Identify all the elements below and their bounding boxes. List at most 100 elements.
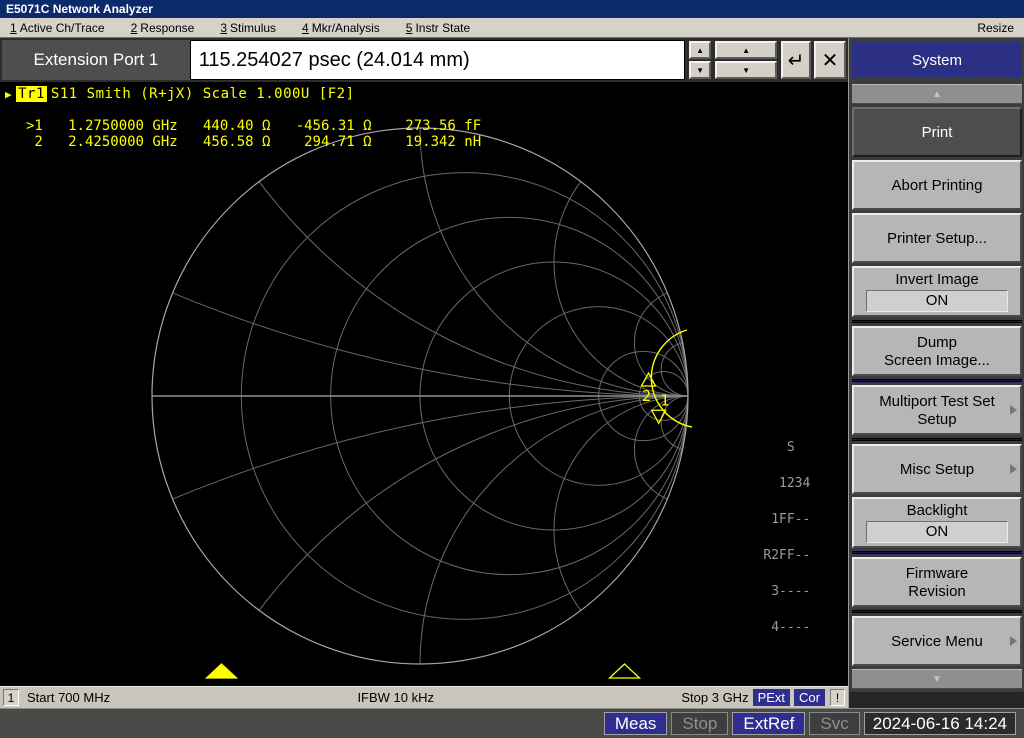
port-status-line: 3---- [763, 584, 811, 599]
softkey-panel: System ▲ Print Abort Printing Printer Se… [848, 38, 1024, 708]
ifbw-label: IFBW 10 kHz [357, 690, 435, 705]
alert-indicator[interactable]: ! [830, 689, 845, 706]
marker-equivalent: 273.56 fF [405, 118, 482, 134]
svg-text:2: 2 [642, 387, 651, 405]
meas-indicator: Meas [603, 712, 668, 735]
softkey-firmware-revision[interactable]: Firmware Revision [852, 557, 1022, 607]
spin-down-small-button[interactable]: ▼ [689, 61, 712, 79]
smith-chart-area: 12 ▶ Tr1 S11 Smith (R+jX) Scale 1.000U [… [0, 82, 848, 686]
softkey-label: Print [921, 123, 953, 141]
channel-status-bar: 1 Start 700 MHz IFBW 10 kHz Stop 3 GHz P… [0, 686, 848, 708]
scroll-up-icon: ▲ [932, 88, 942, 100]
channel-number: 1 [3, 689, 19, 706]
resize-button[interactable]: Resize [977, 21, 1014, 35]
softkey-separator [852, 438, 1022, 441]
softkey-menu-title: System [852, 42, 1022, 78]
softkey-backlight[interactable]: Backlight ON [852, 497, 1022, 548]
marker-resistance: 440.40 Ω [202, 118, 271, 134]
marker-id: >1 [26, 118, 43, 134]
port-status-matrix: S 1234 1FF-- R2FF-- 3---- 4---- [763, 418, 826, 658]
port-status-line: 1234 [763, 476, 811, 491]
softkey-separator [852, 320, 1022, 323]
menu-label: Stimulus [230, 20, 277, 35]
trace-format-label: S11 Smith (R+jX) Scale 1.000U [F2] [50, 86, 355, 102]
softkey-separator [852, 551, 1022, 554]
close-icon: ✕ [821, 49, 839, 72]
svc-indicator: Svc [809, 712, 860, 735]
entry-bar: Extension Port 1 115.254027 psec (24.014… [0, 38, 848, 82]
menu-instr-state[interactable]: 5 Instr State [406, 21, 470, 35]
submenu-arrow-icon [1010, 464, 1017, 474]
submenu-arrow-icon [1010, 405, 1017, 415]
menu-response[interactable]: 2 Response [131, 21, 195, 35]
menu-bar: 1 Active Ch/Trace 2 Response 3 Stimulus 4 Mk… [0, 18, 1024, 38]
marker-equivalent: 19.342 nH [405, 134, 482, 150]
softkey-label: Multiport Test Set [879, 392, 995, 410]
correction-badge: Cor [794, 689, 825, 706]
display-area: Extension Port 1 115.254027 psec (24.014… [0, 38, 848, 708]
marker-row: >1 1.2750000 GHz 440.40 Ω -456.31 Ω 273.… [26, 118, 481, 134]
marker-frequency: 1.2750000 GHz [68, 118, 178, 134]
softkey-label: Setup [917, 410, 957, 428]
spin-up-small-button[interactable]: ▲ [689, 41, 712, 59]
window-title: E5071C Network Analyzer [0, 0, 1024, 18]
softkey-print[interactable]: Print [852, 107, 1022, 157]
softkey-misc-setup[interactable]: Misc Setup [852, 444, 1022, 494]
close-entry-button[interactable]: ✕ [814, 41, 846, 79]
softkey-printer-setup[interactable]: Printer Setup... [852, 213, 1022, 263]
port-status-line: 1FF-- [763, 512, 811, 527]
entry-value-field[interactable]: 115.254027 psec (24.014 mm) [189, 40, 686, 80]
menu-label: Response [140, 20, 195, 35]
port-status-line: 4---- [763, 620, 811, 635]
spin-down-large-button[interactable]: ▼ [715, 61, 778, 79]
softkey-label: Revision [908, 582, 966, 600]
enter-icon: ↵ [787, 49, 805, 72]
menu-label: Active Ch/Trace [19, 20, 105, 35]
softkey-label: Service Menu [891, 632, 983, 650]
menu-stimulus[interactable]: 3 Stimulus [220, 21, 276, 35]
softkey-multiport-test-set-setup[interactable]: Multiport Test Set Setup [852, 385, 1022, 435]
submenu-arrow-icon [1010, 636, 1017, 646]
softkey-label: Misc Setup [899, 460, 975, 478]
trace-name-badge[interactable]: Tr1 [16, 86, 47, 102]
menu-accesskey: 1 [10, 20, 17, 35]
smith-chart-svg: 12 [151, 127, 693, 679]
softkey-label: Firmware [905, 564, 969, 582]
scroll-down-icon: ▼ [932, 673, 942, 685]
softkey-invert-image[interactable]: Invert Image ON [852, 266, 1022, 317]
softkey-abort-printing[interactable]: Abort Printing [852, 160, 1022, 210]
marker-id: 2 [26, 134, 43, 150]
entry-label: Extension Port 1 [2, 40, 190, 80]
marker-reactance: 294.71 Ω [304, 134, 372, 150]
spin-up-large-button[interactable]: ▲ [715, 41, 778, 59]
menu-accesskey: 2 [130, 20, 138, 35]
enter-button[interactable]: ↵ [781, 41, 812, 79]
softkey-scroll-up-button[interactable]: ▲ [852, 84, 1022, 104]
svg-text:1: 1 [660, 391, 669, 409]
softkey-label: Invert Image [895, 271, 979, 288]
softkey-scroll-down-button[interactable]: ▼ [852, 669, 1022, 689]
marker-row: 2 2.4250000 GHz 456.58 Ω 294.71 Ω 19.342… [26, 134, 481, 150]
softkey-dump-screen-image[interactable]: Dump Screen Image... [852, 326, 1022, 376]
stop-frequency-label: Stop 3 GHz [681, 690, 749, 705]
marker-reactance: -456.31 Ω [295, 118, 372, 134]
marker-frequency: 2.4250000 GHz [68, 134, 178, 150]
port-status-line: R2FF-- [763, 548, 811, 563]
softkey-label: Abort Printing [891, 176, 983, 194]
port-status-line: S [763, 440, 795, 455]
start-frequency-label: Start 700 MHz [27, 690, 111, 705]
menu-accesskey: 4 [302, 20, 309, 35]
softkey-label: Backlight [906, 502, 968, 519]
menu-mkr-analysis[interactable]: 4 Mkr/Analysis [302, 21, 380, 35]
toggle-state: ON [866, 521, 1008, 543]
softkey-label: Printer Setup... [886, 229, 988, 247]
menu-accesskey: 3 [220, 20, 228, 35]
softkey-service-menu[interactable]: Service Menu [852, 616, 1022, 666]
fine-spinner: ▲ ▼ [689, 41, 712, 79]
extref-indicator: ExtRef [732, 712, 806, 735]
softkey-separator [852, 610, 1022, 613]
datetime-display: 2024-06-16 14:24 [863, 712, 1016, 735]
softkey-separator [852, 379, 1022, 382]
menu-label: Mkr/Analysis [311, 20, 380, 35]
menu-active-ch-trace[interactable]: 1 Active Ch/Trace [10, 21, 105, 35]
